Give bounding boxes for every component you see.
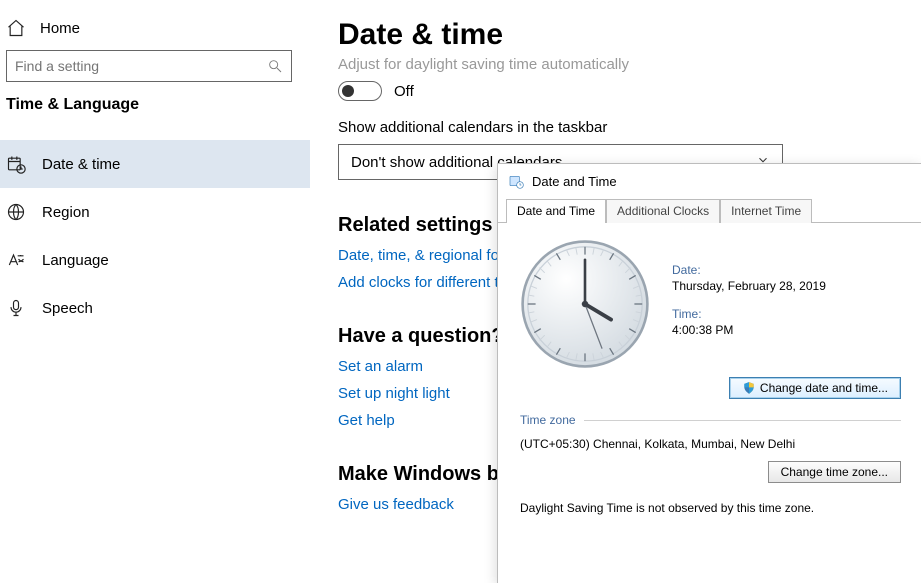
dst-label: Adjust for daylight saving time automati…: [338, 56, 893, 73]
dst-toggle[interactable]: [338, 81, 382, 101]
date-time-dialog-icon: [508, 173, 524, 189]
toggle-state: Off: [394, 83, 414, 100]
tab-internet-time[interactable]: Internet Time: [720, 199, 812, 223]
timezone-heading: Time zone: [520, 413, 576, 427]
dialog-title: Date and Time: [532, 174, 617, 189]
tab-additional-clocks[interactable]: Additional Clocks: [606, 199, 720, 223]
time-value: 4:00:38 PM: [672, 323, 826, 337]
sidebar-item-language[interactable]: Language: [0, 236, 310, 284]
home-label: Home: [40, 20, 80, 37]
timezone-value: (UTC+05:30) Chennai, Kolkata, Mumbai, Ne…: [520, 437, 901, 451]
search-input[interactable]: [6, 50, 292, 82]
sidebar-item-label: Speech: [42, 300, 93, 317]
tab-date-and-time[interactable]: Date and Time: [506, 199, 606, 223]
sidebar-item-date-time[interactable]: Date & time: [0, 140, 310, 188]
sidebar-item-speech[interactable]: Speech: [0, 284, 310, 332]
date-label: Date:: [672, 263, 826, 277]
sidebar: Home Time & Language Date & time: [0, 0, 310, 583]
home-icon: [6, 18, 26, 38]
change-timezone-label: Change time zone...: [781, 465, 888, 479]
page-title: Date & time: [338, 18, 893, 52]
globe-icon: [6, 202, 26, 222]
uac-shield-icon: [742, 381, 756, 395]
dialog-body: Date: Thursday, February 28, 2019 Time: …: [498, 222, 921, 525]
sidebar-item-label: Region: [42, 204, 90, 221]
date-value: Thursday, February 28, 2019: [672, 279, 826, 293]
sidebar-item-label: Language: [42, 252, 109, 269]
microphone-icon: [6, 298, 26, 318]
dialog-tabs: Date and Time Additional Clocks Internet…: [498, 198, 921, 222]
change-timezone-button[interactable]: Change time zone...: [768, 461, 901, 483]
language-icon: [6, 250, 26, 270]
search-field[interactable]: [15, 58, 267, 74]
calendar-clock-icon: [6, 154, 26, 174]
divider: [584, 420, 901, 421]
time-label: Time:: [672, 307, 826, 321]
sidebar-home[interactable]: Home: [0, 10, 310, 50]
sidebar-item-label: Date & time: [42, 156, 120, 173]
search-icon: [267, 58, 283, 74]
analog-clock: [520, 239, 650, 369]
dst-note: Daylight Saving Time is not observed by …: [520, 501, 901, 515]
section-header: Time & Language: [0, 96, 310, 122]
change-date-time-button[interactable]: Change date and time...: [729, 377, 901, 399]
calendars-label: Show additional calendars in the taskbar: [338, 119, 893, 136]
sidebar-item-region[interactable]: Region: [0, 188, 310, 236]
change-date-time-label: Change date and time...: [760, 381, 888, 395]
date-time-dialog: Date and Time Date and Time Additional C…: [497, 163, 921, 583]
date-time-info: Date: Thursday, February 28, 2019 Time: …: [672, 239, 826, 369]
toggle-knob: [342, 85, 354, 97]
dialog-titlebar[interactable]: Date and Time: [498, 164, 921, 198]
